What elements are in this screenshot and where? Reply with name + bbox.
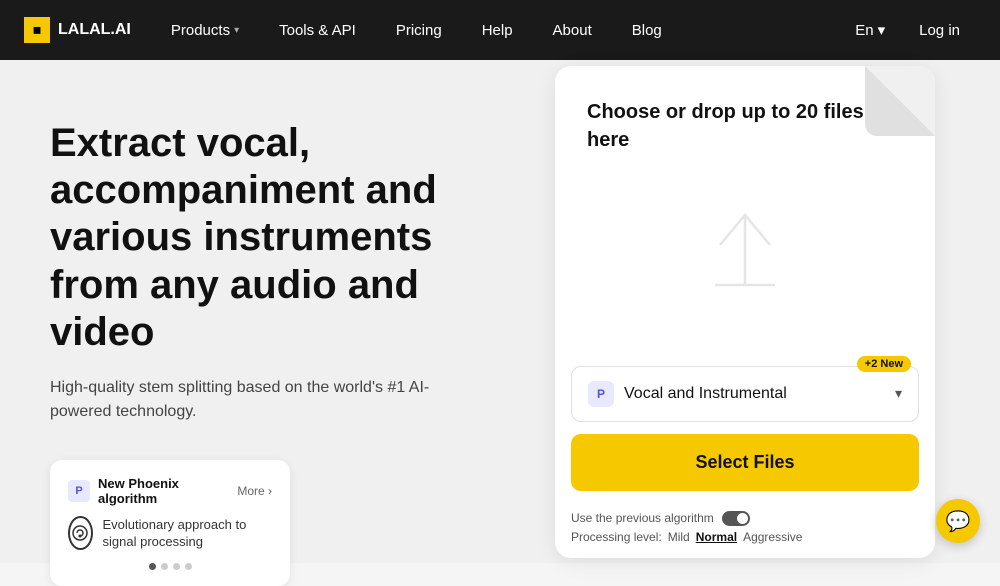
logo-icon: ◼ (24, 17, 50, 43)
promo-icon: P (68, 480, 90, 502)
promo-tag: New Phoenix algorithm (98, 476, 229, 506)
chevron-down-icon: ▾ (895, 385, 902, 402)
login-button[interactable]: Log in (903, 0, 976, 60)
nav-item-blog[interactable]: Blog (612, 0, 682, 60)
hero-subtitle: High-quality stem splitting based on the… (50, 376, 430, 424)
promo-dot[interactable] (149, 563, 156, 570)
bottom-options: Use the previous algorithm Processing le… (555, 507, 935, 558)
language-selector[interactable]: En ▾ (845, 0, 895, 60)
processing-mild[interactable]: Mild (668, 530, 690, 544)
promo-card: P New Phoenix algorithm More › Evolution… (50, 460, 290, 586)
processing-level-row: Processing level: Mild Normal Aggressive (571, 530, 919, 544)
main-content: Extract vocal, accompaniment and various… (0, 60, 1000, 563)
promo-dot[interactable] (161, 563, 168, 570)
promo-feature-text: Evolutionary approach to signal processi… (103, 516, 272, 551)
hero-section: Extract vocal, accompaniment and various… (0, 60, 510, 563)
chevron-down-icon: ▾ (234, 25, 239, 36)
nav-item-products[interactable]: Products ▾ (151, 0, 259, 60)
upload-arrow-area (587, 154, 903, 346)
chat-button[interactable]: 💬 (936, 499, 980, 543)
nav-items: Products ▾ Tools & API Pricing Help Abou… (151, 0, 845, 60)
select-files-button[interactable]: Select Files (571, 434, 919, 491)
promo-more-link[interactable]: More › (237, 484, 272, 498)
nav-right: En ▾ Log in (845, 0, 976, 60)
nav-logo[interactable]: ◼ LALAL.AI (24, 17, 131, 43)
processing-level-label: Processing level: (571, 530, 662, 544)
hero-title: Extract vocal, accompaniment and various… (50, 120, 460, 356)
drop-zone[interactable]: Choose or drop up to 20 files here (555, 66, 935, 366)
logo-text: LALAL.AI (58, 21, 131, 39)
chevron-down-icon: ▾ (878, 21, 886, 39)
promo-dot[interactable] (173, 563, 180, 570)
stem-type-dropdown[interactable]: P Vocal and Instrumental ▾ (571, 366, 919, 422)
prev-algo-row: Use the previous algorithm (571, 511, 919, 526)
nav-item-tools[interactable]: Tools & API (259, 0, 376, 60)
nav-item-pricing[interactable]: Pricing (376, 0, 462, 60)
prev-algo-toggle[interactable] (722, 511, 750, 526)
chat-icon: 💬 (946, 509, 971, 534)
promo-dots (68, 563, 272, 570)
selector-row: +2 New P Vocal and Instrumental ▾ (555, 366, 935, 422)
nav-item-help[interactable]: Help (462, 0, 533, 60)
use-prev-algo-label: Use the previous algorithm (571, 511, 714, 525)
selector-label: Vocal and Instrumental (624, 385, 885, 403)
promo-feature: Evolutionary approach to signal processi… (68, 516, 272, 551)
promo-feature-icon (68, 516, 93, 550)
navbar: ◼ LALAL.AI Products ▾ Tools & API Pricin… (0, 0, 1000, 60)
new-badge: +2 New (857, 356, 911, 372)
drop-text: Choose or drop up to 20 files here (587, 98, 903, 154)
promo-card-header: P New Phoenix algorithm More › (68, 476, 272, 506)
selector-icon: P (588, 381, 614, 407)
upload-panel: Choose or drop up to 20 files here +2 Ne… (555, 66, 935, 558)
promo-dot[interactable] (185, 563, 192, 570)
processing-normal[interactable]: Normal (696, 530, 737, 544)
hero-right: Choose or drop up to 20 files here +2 Ne… (510, 60, 1000, 563)
processing-aggressive[interactable]: Aggressive (743, 530, 802, 544)
nav-item-about[interactable]: About (533, 0, 612, 60)
